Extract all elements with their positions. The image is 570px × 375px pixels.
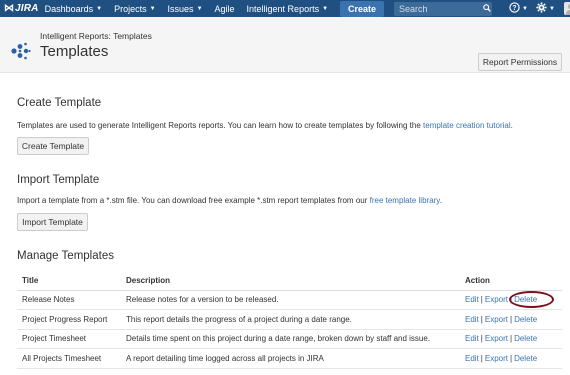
- template-description: Release notes for a version to be releas…: [121, 290, 460, 310]
- jira-logo-icon: ⋈: [4, 2, 14, 14]
- edit-link[interactable]: Edit: [465, 295, 479, 304]
- create-template-heading: Create Template: [17, 97, 102, 109]
- template-title: All Projects Timesheet: [17, 348, 121, 369]
- edit-link[interactable]: Edit: [465, 315, 479, 324]
- column-header-action: Action: [460, 271, 562, 291]
- template-title: Release Notes: [17, 290, 121, 310]
- nav-agile[interactable]: Agile: [209, 0, 241, 17]
- template-creation-tutorial-link[interactable]: template creation tutorial: [423, 121, 511, 130]
- chevron-down-icon: ▼: [96, 5, 103, 12]
- templates-table: Title Description Action Release Notes R…: [17, 271, 562, 369]
- template-actions: Edit | Export | Delete: [460, 309, 562, 330]
- template-actions: Edit | Export | Delete: [460, 290, 562, 310]
- nav-projects[interactable]: Projects ▼: [108, 0, 161, 17]
- template-title: Project Timesheet: [17, 329, 121, 349]
- nav-issues[interactable]: Issues ▼: [162, 0, 209, 17]
- report-permissions-button[interactable]: Report Permissions: [478, 53, 562, 71]
- help-menu[interactable]: ? ▼: [505, 1, 532, 16]
- create-button[interactable]: Create: [340, 0, 385, 17]
- manage-templates-heading: Manage Templates: [17, 250, 114, 262]
- create-template-description: Templates are used to generate Intellige…: [17, 121, 513, 130]
- column-header-description: Description: [121, 271, 460, 291]
- create-template-button[interactable]: Create Template: [17, 137, 89, 155]
- intelligent-reports-icon: [9, 40, 31, 62]
- breadcrumb[interactable]: Intelligent Reports: Templates: [40, 31, 152, 41]
- import-template-description: Import a template from a *.stm file. You…: [17, 196, 442, 205]
- chevron-down-icon: ▼: [322, 5, 329, 12]
- import-template-heading: Import Template: [17, 174, 100, 186]
- help-icon: ?: [509, 1, 520, 16]
- search-input[interactable]: [399, 3, 484, 14]
- table-row: Project Timesheet Details time spent on …: [17, 329, 562, 349]
- template-description: This report details the progress of a pr…: [121, 309, 460, 330]
- search-box: [394, 1, 493, 16]
- user-avatar[interactable]: [563, 2, 570, 15]
- template-actions: Edit | Export | Delete: [460, 348, 562, 369]
- edit-link[interactable]: Edit: [465, 354, 479, 363]
- edit-link[interactable]: Edit: [465, 334, 479, 343]
- export-link[interactable]: Export: [485, 315, 508, 324]
- delete-link[interactable]: Delete: [514, 354, 537, 363]
- column-header-title: Title: [17, 271, 121, 291]
- table-row: Release Notes Release notes for a versio…: [17, 290, 562, 310]
- delete-link[interactable]: Delete: [514, 334, 537, 343]
- page-header: Intelligent Reports: Templates Templates…: [0, 17, 570, 73]
- nav-intelligent-reports[interactable]: Intelligent Reports ▼: [241, 0, 335, 17]
- export-link[interactable]: Export: [485, 334, 508, 343]
- import-template-button[interactable]: Import Template: [17, 213, 88, 231]
- template-description: A report detailing time logged across al…: [121, 348, 460, 369]
- jira-logo[interactable]: ⋈ JIRA: [4, 3, 39, 14]
- page-title: Templates: [40, 43, 109, 60]
- chevron-down-icon: ▼: [196, 5, 203, 12]
- search-icon[interactable]: [483, 3, 491, 14]
- export-link[interactable]: Export: [485, 295, 508, 304]
- template-title: Project Progress Report: [17, 309, 121, 330]
- delete-link[interactable]: Delete: [514, 295, 537, 304]
- template-description: Details time spent on this project durin…: [121, 329, 460, 349]
- gear-icon: [536, 1, 547, 16]
- template-actions: Edit | Export | Delete: [460, 329, 562, 349]
- table-row: Project Progress Report This report deta…: [17, 309, 562, 330]
- export-link[interactable]: Export: [485, 354, 508, 363]
- chevron-down-icon: ▼: [149, 5, 156, 12]
- free-template-library-link[interactable]: free template library: [370, 196, 440, 205]
- chevron-down-icon: ▼: [549, 5, 555, 12]
- svg-text:?: ?: [512, 4, 516, 11]
- delete-link[interactable]: Delete: [514, 315, 537, 324]
- table-row: All Projects Timesheet A report detailin…: [17, 348, 562, 369]
- nav-dashboards[interactable]: Dashboards ▼: [39, 0, 108, 17]
- settings-menu[interactable]: ▼: [532, 1, 559, 16]
- top-navigation-bar: ⋈ JIRA Dashboards ▼ Projects ▼ Issues ▼ Agi…: [0, 0, 570, 17]
- table-header-row: Title Description Action: [17, 271, 562, 291]
- chevron-down-icon: ▼: [522, 5, 528, 12]
